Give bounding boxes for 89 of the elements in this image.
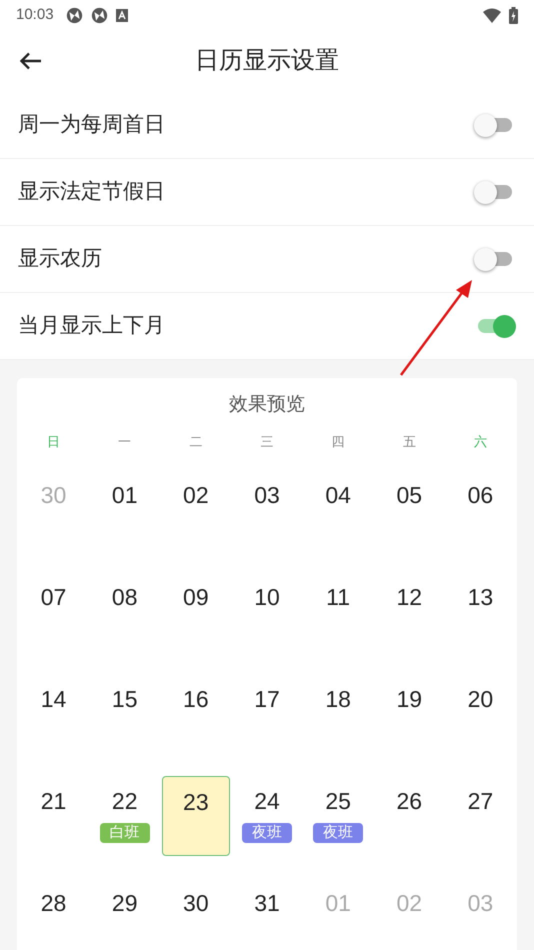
day-number: 02	[183, 480, 209, 510]
day-cell[interactable]: 25 夜班	[304, 776, 372, 856]
battery-icon	[509, 6, 518, 24]
weekday-label: 二	[189, 433, 202, 451]
preview-title: 效果预览	[229, 392, 305, 417]
shift-tag: 夜班	[313, 822, 364, 842]
day-number: 07	[40, 582, 66, 612]
day-number: 09	[183, 582, 209, 612]
day-number: 22	[112, 786, 138, 816]
weekday-label: 一	[118, 433, 132, 451]
day-cell[interactable]: 12	[375, 572, 444, 652]
day-number: 03	[254, 480, 280, 510]
day-cell[interactable]: 09	[162, 572, 230, 652]
setting-label: 周一为每周首日	[18, 112, 165, 138]
notification-icon	[90, 6, 108, 24]
day-cell[interactable]: 24 夜班	[232, 776, 301, 856]
day-cell[interactable]: 06	[446, 470, 514, 550]
day-number: 31	[254, 888, 280, 918]
shift-tag: 白班	[100, 822, 150, 842]
day-number: 26	[396, 786, 422, 816]
page-title: 日历显示设置	[195, 46, 339, 76]
day-cell[interactable]: 02	[162, 470, 230, 550]
day-cell[interactable]: 26	[375, 776, 444, 856]
setting-label: 显示农历	[18, 246, 102, 272]
setting-label: 显示法定节假日	[18, 179, 165, 206]
day-cell[interactable]: 28	[20, 878, 88, 950]
notification-icon	[66, 6, 83, 24]
weekday-label: 五	[402, 433, 416, 451]
weekday-label: 三	[260, 433, 274, 451]
day-cell[interactable]: 01	[90, 470, 159, 550]
day-cell[interactable]: 14	[20, 674, 88, 754]
weekday-label: 日	[47, 433, 60, 451]
day-cell[interactable]: 13	[446, 572, 514, 652]
day-cell[interactable]: 22 白班	[90, 776, 159, 856]
day-cell[interactable]: 31	[232, 878, 301, 950]
day-number: 24	[254, 786, 280, 816]
day-cell[interactable]: 29	[90, 878, 159, 950]
wifi-icon	[483, 8, 501, 22]
selected-day[interactable]: 23	[162, 776, 230, 856]
day-number: 05	[396, 480, 422, 510]
setting-label: 当月显示上下月	[18, 313, 165, 340]
day-number: 19	[396, 684, 422, 714]
day-number: 03	[468, 888, 494, 918]
day-cell[interactable]: 30	[162, 878, 230, 950]
weekday-label: 四	[332, 433, 345, 451]
status-time: 10:03	[16, 4, 54, 25]
day-number: 02	[396, 888, 422, 918]
day-number: 27	[468, 786, 494, 816]
day-cell[interactable]: 08	[90, 572, 159, 652]
day-number: 30	[183, 888, 209, 918]
day-number: 08	[112, 582, 138, 612]
day-cell[interactable]: 21	[20, 776, 88, 856]
day-number: 01	[112, 480, 138, 510]
day-number: 17	[254, 684, 280, 714]
shift-tag: 夜班	[242, 822, 292, 842]
day-cell[interactable]: 19	[375, 674, 444, 754]
day-number: 13	[468, 582, 494, 612]
day-number: 14	[40, 684, 66, 714]
day-number: 11	[326, 582, 350, 612]
day-cell[interactable]: 03	[232, 470, 301, 550]
weekday-label: 六	[474, 433, 487, 451]
day-number: 23	[183, 788, 209, 816]
day-cell[interactable]: 27	[446, 776, 514, 856]
day-number: 30	[40, 480, 66, 510]
day-number: 15	[112, 684, 138, 714]
day-cell[interactable]: 20	[446, 674, 514, 754]
day-number: 18	[325, 684, 351, 714]
day-cell[interactable]: 18	[304, 674, 372, 754]
day-number: 12	[396, 582, 422, 612]
day-cell[interactable]: 04	[304, 470, 372, 550]
day-number: 29	[112, 888, 138, 918]
day-cell[interactable]: 10	[232, 572, 301, 652]
notification-icon	[116, 8, 128, 22]
day-number: 16	[183, 684, 209, 714]
day-cell[interactable]: 11	[304, 572, 372, 652]
back-arrow-icon	[20, 52, 42, 70]
day-cell[interactable]: 16	[162, 674, 230, 754]
day-cell[interactable]: 07	[20, 572, 88, 652]
day-cell[interactable]: 15	[90, 674, 159, 754]
day-number: 10	[254, 582, 280, 612]
day-cell[interactable]: 05	[375, 470, 444, 550]
day-number: 01	[325, 888, 351, 918]
day-cell[interactable]: 17	[232, 674, 301, 754]
day-number: 20	[468, 684, 494, 714]
day-number: 28	[40, 888, 66, 918]
day-number: 21	[40, 786, 66, 816]
day-number: 25	[325, 786, 351, 816]
day-number: 04	[325, 480, 351, 510]
day-number: 06	[468, 480, 494, 510]
